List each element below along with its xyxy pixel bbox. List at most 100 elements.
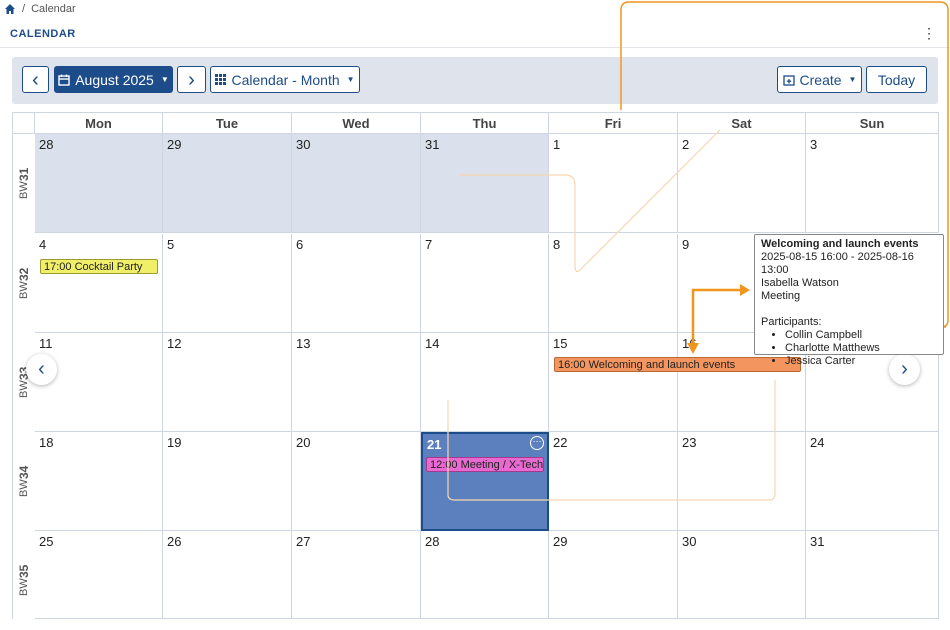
day-cell[interactable]: 19 (163, 432, 292, 531)
day-number: 30 (296, 137, 311, 152)
day-cell[interactable]: 28 (421, 531, 549, 619)
day-cell[interactable]: 13 (292, 333, 421, 432)
title-divider (0, 47, 950, 48)
view-selector-button[interactable]: Calendar - Month ▼ (210, 66, 360, 93)
day-cell[interactable]: 1 (549, 134, 678, 233)
day-cell[interactable]: 6 (292, 234, 421, 333)
day-cell[interactable]: 31 (806, 531, 939, 619)
week-number: BW 34 (13, 432, 35, 531)
day-cell[interactable]: 8 (549, 234, 678, 333)
home-icon[interactable] (4, 3, 16, 15)
day-number: 3 (810, 137, 818, 152)
day-number: 28 (39, 137, 54, 152)
more-options-icon[interactable]: ⋮ (922, 25, 936, 42)
day-number: 25 (39, 534, 54, 549)
caret-down-icon: ▼ (160, 75, 169, 84)
month-picker-button[interactable]: August 2025 ▼ (54, 66, 173, 93)
month-label: August 2025 (75, 71, 154, 88)
day-number: 12 (167, 336, 182, 351)
day-cell[interactable]: 22 (549, 432, 678, 531)
day-cell[interactable]: 12 (163, 333, 292, 432)
day-cell[interactable]: 24 (806, 432, 939, 531)
caret-down-icon: ▼ (848, 75, 857, 84)
create-button[interactable]: Create ▼ (777, 66, 862, 93)
day-number: 16 (682, 336, 697, 351)
week-number: BW 33 (13, 333, 35, 432)
day-cell[interactable]: 25 (35, 531, 163, 619)
day-number: 23 (682, 435, 697, 450)
today-label: Today (877, 71, 916, 88)
participant-item: Collin Campbell (785, 329, 937, 342)
tooltip-person: Isabella Watson (761, 277, 839, 289)
day-cell[interactable]: 5 (163, 234, 292, 333)
breadcrumb: / Calendar (4, 3, 76, 15)
week-number: BW 31 (13, 134, 35, 233)
day-number: 19 (167, 435, 182, 450)
day-number: 31 (425, 137, 440, 152)
day-header-sat: Sat (678, 112, 806, 134)
day-cell[interactable]: 23 (678, 432, 806, 531)
day-number: 31 (810, 534, 825, 549)
week-prefix: BW (18, 479, 30, 498)
day-cell[interactable]: 15 (549, 333, 678, 432)
day-cell[interactable]: 18 (35, 432, 163, 531)
tooltip-title: Welcoming and launch events (761, 238, 919, 250)
day-cell[interactable]: 28 (35, 134, 163, 233)
day-number: 11 (39, 336, 53, 351)
week-num: 31 (17, 167, 31, 182)
day-cell[interactable]: 7 (421, 234, 549, 333)
day-number: 6 (296, 237, 304, 252)
day-number: 1 (553, 137, 561, 152)
week-num: 35 (17, 564, 31, 579)
calendar-toolbar: ‹ August 2025 ▼ › Calendar - Month ▼ Cre… (12, 57, 938, 104)
more-events-icon[interactable]: ··· (530, 436, 544, 450)
prev-period-arrow[interactable]: ‹ (26, 354, 57, 385)
day-number: 30 (682, 534, 697, 549)
day-number: 9 (682, 237, 690, 252)
day-cell[interactable]: 2 (678, 134, 806, 233)
day-header-tue: Tue (163, 112, 292, 134)
day-number: 2 (682, 137, 690, 152)
day-cell[interactable]: 31 (421, 134, 549, 233)
today-button[interactable]: Today (866, 66, 927, 93)
day-number: 22 (553, 435, 568, 450)
week-prefix: BW (18, 281, 30, 300)
day-number: 28 (425, 534, 440, 549)
week-number: BW 35 (13, 531, 35, 630)
day-number: 29 (167, 137, 182, 152)
day-number: 8 (553, 237, 561, 252)
day-number: 20 (296, 435, 311, 450)
day-number: 5 (167, 237, 175, 252)
week-header-corner (13, 112, 35, 134)
breadcrumb-separator: / (22, 3, 26, 15)
day-cell[interactable]: 29 (163, 134, 292, 233)
event-tooltip: Welcoming and launch events 2025-08-15 1… (754, 234, 944, 367)
day-header-wed: Wed (292, 112, 421, 134)
event-cocktail-party[interactable]: 17:00 Cocktail Party (40, 259, 158, 274)
chevron-left-icon: ‹ (32, 68, 39, 91)
day-cell[interactable]: 27 (292, 531, 421, 619)
week-number: BW 32 (13, 234, 35, 333)
day-cell[interactable]: 14 (421, 333, 549, 432)
next-month-button[interactable]: › (177, 66, 206, 93)
day-cell[interactable]: 26 (163, 531, 292, 619)
participant-item: Charlotte Matthews (785, 342, 937, 355)
day-number: 14 (425, 336, 440, 351)
day-header-sun: Sun (806, 112, 939, 134)
day-number: 27 (296, 534, 311, 549)
day-cell[interactable]: 29 (549, 531, 678, 619)
day-cell[interactable]: 20 (292, 432, 421, 531)
event-meeting-xtech[interactable]: 12:00 Meeting / X-Tech M (426, 457, 544, 472)
day-cell[interactable]: 30 (678, 531, 806, 619)
day-number: 4 (39, 237, 47, 252)
day-cell[interactable]: 21 ··· (421, 432, 549, 531)
tooltip-type: Meeting (761, 290, 801, 302)
breadcrumb-current: Calendar (31, 3, 76, 15)
day-cell[interactable]: 30 (292, 134, 421, 233)
day-cell[interactable]: 3 (806, 134, 939, 233)
prev-month-button[interactable]: ‹ (22, 66, 49, 93)
day-header-thu: Thu (421, 112, 549, 134)
calendar-icon (58, 74, 70, 86)
day-cell[interactable]: 4 (35, 234, 163, 333)
day-cell[interactable]: 11 (35, 333, 163, 432)
